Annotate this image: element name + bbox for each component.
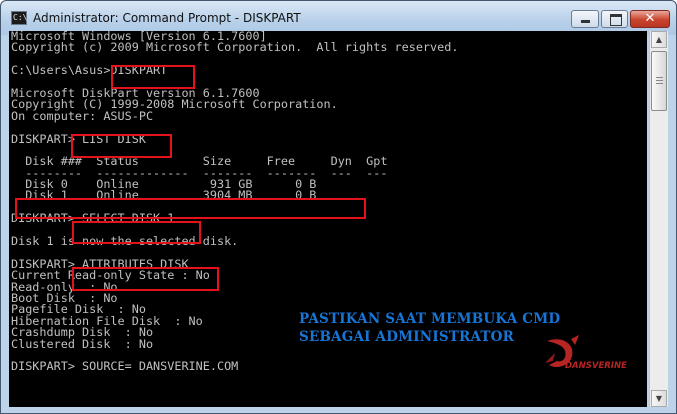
cmd-icon[interactable]: C:\ [11, 11, 27, 25]
console-line: Copyright (c) 2009 Microsoft Corporation… [11, 40, 459, 55]
minimize-button[interactable] [571, 10, 599, 28]
console-line: On computer: ASUS-PC [11, 108, 154, 123]
scroll-up-icon[interactable]: ▲ [651, 31, 667, 48]
instruction-line-2: SEBAGAI ADMINISTRATOR [299, 329, 515, 345]
instruction-line-1: PASTIKAN SAAT MEMBUKA CMD [299, 311, 561, 327]
close-button[interactable]: ✕ [630, 10, 670, 28]
thumb-grip [656, 80, 663, 81]
watermark: DANSVERINE [541, 333, 637, 373]
watermark-text: DANSVERINE [565, 361, 627, 371]
highlight-diskpart-command [111, 65, 195, 89]
maximize-button[interactable] [601, 10, 628, 28]
console-line: C:\Users\Asus>DISKPART [11, 63, 168, 78]
thumb-grip [656, 77, 663, 78]
console-line: DISKPART> SOURCE= DANSVERINE.COM [11, 359, 239, 374]
minimize-icon [581, 20, 590, 23]
highlight-disk-1-row [15, 198, 366, 219]
highlight-select-disk-command [72, 221, 201, 244]
window-title: Administrator: Command Prompt - DISKPART [33, 11, 301, 25]
title-bar[interactable]: C:\ Administrator: Command Prompt - DISK… [1, 1, 676, 35]
scroll-down-icon[interactable]: ▼ [651, 390, 667, 407]
instruction-overlay: PASTIKAN SAAT MEMBUKA CMD SEBAGAI ADMINI… [299, 310, 560, 346]
console-output[interactable]: Microsoft Windows [Version 6.1.7600] Copy… [9, 31, 647, 407]
thumb-grip [656, 83, 663, 84]
scrollbar-thumb[interactable] [651, 51, 667, 111]
close-icon: ✕ [644, 11, 656, 26]
maximize-icon [610, 14, 622, 26]
highlight-list-disk-command [71, 134, 172, 158]
command-prompt-window: C:\ Administrator: Command Prompt - DISK… [0, 0, 677, 414]
highlight-attributes-disk-command [72, 267, 219, 291]
vertical-scrollbar[interactable]: ▲ ▼ [649, 31, 668, 407]
